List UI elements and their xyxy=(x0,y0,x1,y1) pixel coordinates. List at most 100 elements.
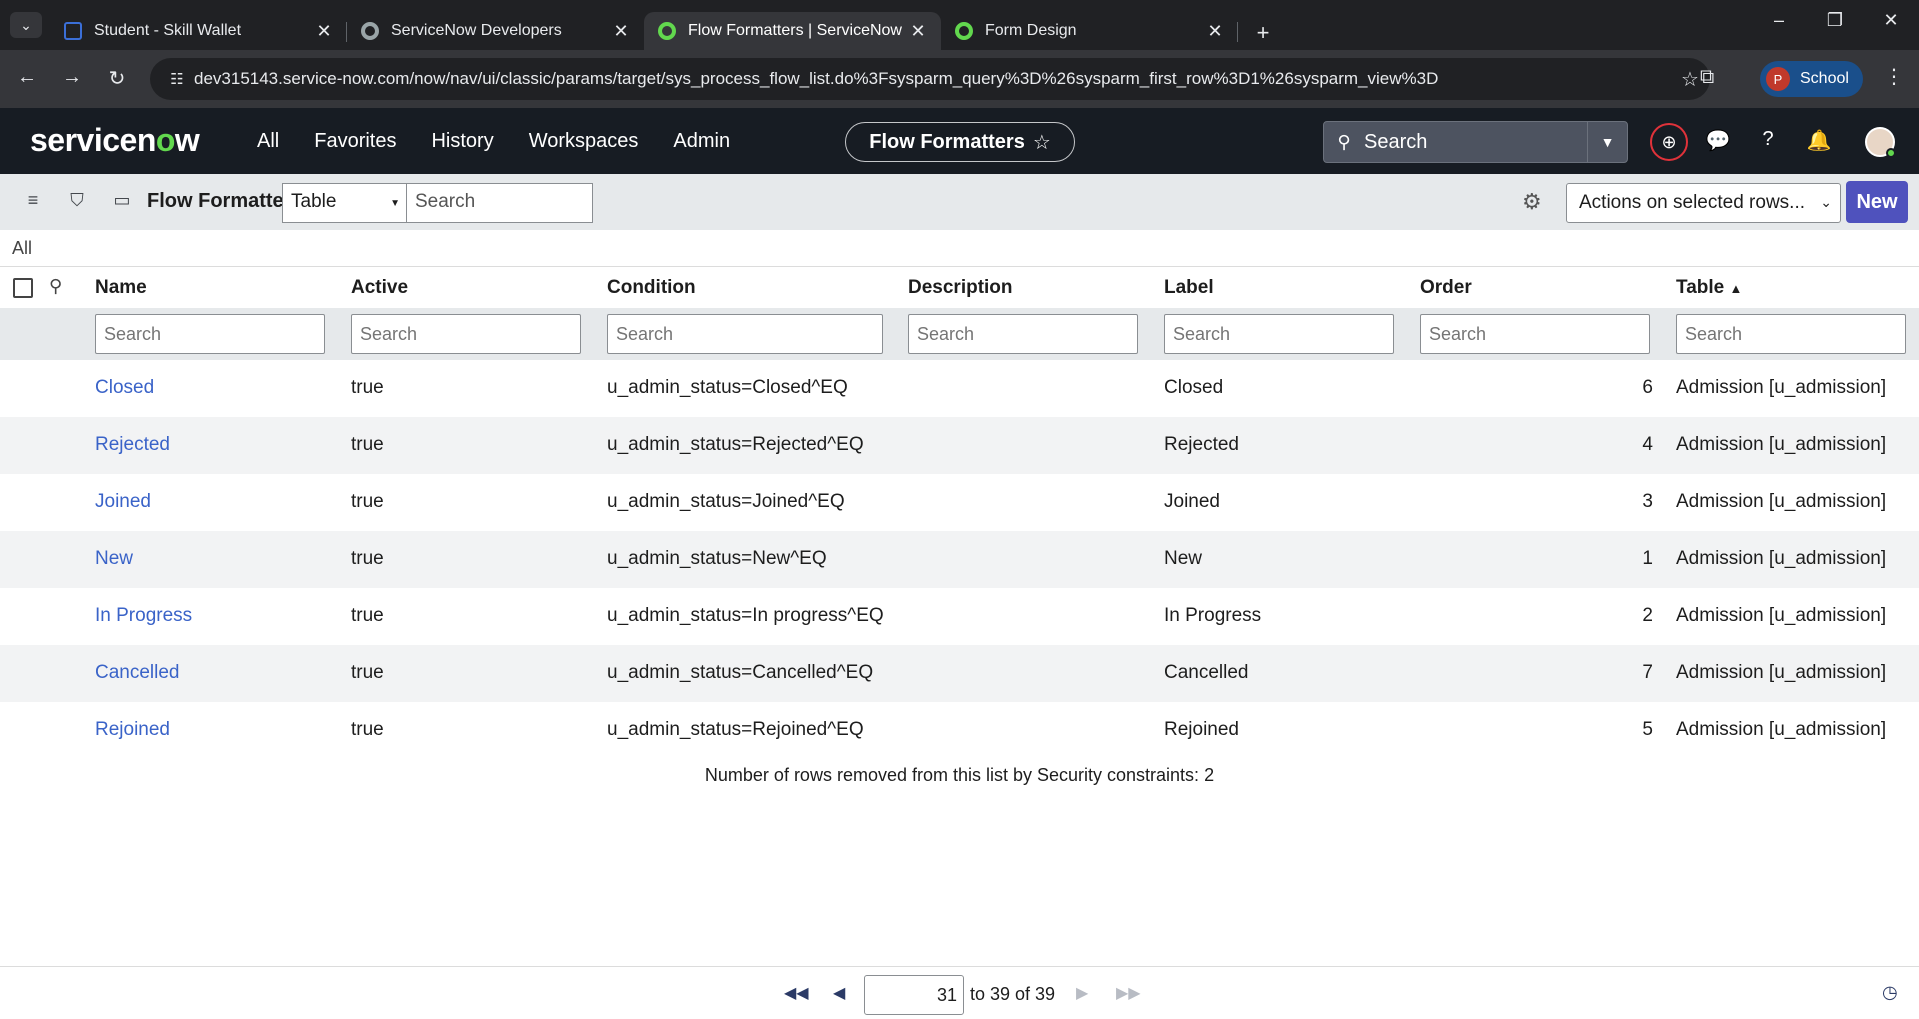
next-page-icon[interactable]: ▶ xyxy=(1076,983,1088,1003)
close-tab-icon[interactable]: ✕ xyxy=(909,21,927,42)
new-button[interactable]: New xyxy=(1846,181,1908,223)
column-header-name[interactable]: Name xyxy=(95,277,147,299)
column-header-table[interactable]: Table ▲ xyxy=(1676,277,1742,299)
cell-label: Rejected xyxy=(1164,434,1239,455)
column-header-order[interactable]: Order xyxy=(1420,277,1472,299)
nav-all[interactable]: All xyxy=(257,130,279,153)
favorite-star-icon[interactable]: ☆ xyxy=(1033,130,1051,155)
select-all-checkbox[interactable] xyxy=(13,278,33,298)
forward-arrow-icon[interactable]: → xyxy=(57,66,87,89)
restore-icon[interactable]: ❐ xyxy=(1820,10,1850,31)
cell-name[interactable]: New xyxy=(95,548,133,570)
table-row[interactable]: Rejected true u_admin_status=Rejected^EQ Re… xyxy=(0,417,1919,474)
user-avatar[interactable] xyxy=(1865,127,1896,158)
notifications-bell-icon[interactable]: 🔔 xyxy=(1805,128,1833,153)
table-row[interactable]: In Progress true u_admin_status=In progres… xyxy=(0,588,1919,645)
filter-description-input[interactable] xyxy=(908,314,1138,354)
search-field-select[interactable]: Table ▼ xyxy=(282,183,407,223)
globe-icon[interactable]: ⊕ xyxy=(1650,123,1688,161)
chat-icon[interactable]: 💬 xyxy=(1704,128,1732,153)
hamburger-menu-icon[interactable]: ≡ xyxy=(21,190,45,211)
cell-label: Closed xyxy=(1164,377,1224,398)
search-columns-icon[interactable]: ⚲ xyxy=(49,276,62,297)
close-tab-icon[interactable]: ✕ xyxy=(315,21,333,42)
column-header-description[interactable]: Description xyxy=(908,277,1013,299)
cell-name[interactable]: Cancelled xyxy=(95,662,180,684)
table-row[interactable]: Joined true u_admin_status=Joined^EQ Joined… xyxy=(0,474,1919,531)
cell-order: 5 xyxy=(1642,719,1653,740)
cell-name[interactable]: Rejoined xyxy=(95,719,170,741)
actions-select[interactable]: Actions on selected rows... ⌄ xyxy=(1566,183,1841,223)
cell-label: Cancelled xyxy=(1164,662,1249,683)
close-tab-icon[interactable]: ✕ xyxy=(1206,21,1224,42)
context-title-pill[interactable]: Flow Formatters ☆ xyxy=(845,122,1075,162)
cell-condition: u_admin_status=New^EQ xyxy=(607,548,827,569)
new-tab-icon[interactable]: + xyxy=(1248,20,1278,50)
servicenow-logo[interactable]: servicenow xyxy=(30,122,200,159)
filter-name-input[interactable] xyxy=(95,314,325,354)
cell-condition: u_admin_status=In progress^EQ xyxy=(607,605,884,626)
table-row[interactable]: Rejoined true u_admin_status=Rejoined^EQ Re… xyxy=(0,702,1919,759)
browser-tab-active[interactable]: Flow Formatters | ServiceNow ✕ xyxy=(644,12,941,50)
page-number-input[interactable]: 31 xyxy=(864,975,964,1015)
nav-admin[interactable]: Admin xyxy=(673,130,730,153)
column-header-active[interactable]: Active xyxy=(351,277,408,299)
pagination-bar: ◀◀ ◀ 31 to 39 of 39 ▶ ▶▶ ◷ xyxy=(0,966,1919,1019)
cell-order: 3 xyxy=(1642,491,1653,512)
cell-name[interactable]: Closed xyxy=(95,377,154,399)
column-header-condition[interactable]: Condition xyxy=(607,277,696,299)
filter-order-input[interactable] xyxy=(1420,314,1650,354)
site-info-icon[interactable]: ☷ xyxy=(160,70,194,88)
address-bar[interactable]: ☷ dev315143.service-now.com/now/nav/ui/c… xyxy=(150,58,1710,100)
help-icon[interactable]: ? xyxy=(1754,128,1782,151)
filter-condition-input[interactable] xyxy=(607,314,883,354)
cell-label: Rejoined xyxy=(1164,719,1239,740)
tab-search-chevron-icon[interactable]: ⌄ xyxy=(10,12,42,38)
table-row[interactable]: Closed true u_admin_status=Closed^EQ Closed… xyxy=(0,360,1919,417)
browser-tab[interactable]: Form Design ✕ xyxy=(941,12,1238,50)
cell-active: true xyxy=(351,605,384,626)
reload-icon[interactable]: ↻ xyxy=(102,66,132,91)
column-header-label[interactable]: Label xyxy=(1164,277,1214,299)
nav-favorites[interactable]: Favorites xyxy=(314,130,396,153)
minimize-icon[interactable]: – xyxy=(1764,10,1794,31)
list-search-input[interactable]: Search xyxy=(406,183,593,223)
cell-active: true xyxy=(351,548,384,569)
browser-menu-icon[interactable]: ⋮ xyxy=(1884,64,1904,89)
filter-table-input[interactable] xyxy=(1676,314,1906,354)
filter-active-input[interactable] xyxy=(351,314,581,354)
gear-icon[interactable]: ⚙ xyxy=(1522,189,1542,215)
table-row[interactable]: Cancelled true u_admin_status=Cancelled^EQ… xyxy=(0,645,1919,702)
response-time-icon[interactable]: ◷ xyxy=(1882,982,1898,1003)
breadcrumb[interactable]: All xyxy=(12,238,32,259)
cell-active: true xyxy=(351,377,384,398)
filter-icon[interactable]: ⛉ xyxy=(65,190,89,211)
cell-name[interactable]: Rejected xyxy=(95,434,170,456)
global-search[interactable]: ⚲ Search ▼ xyxy=(1323,121,1628,163)
last-page-icon[interactable]: ▶▶ xyxy=(1116,983,1141,1003)
cell-label: Joined xyxy=(1164,491,1220,512)
url-text: dev315143.service-now.com/now/nav/ui/cla… xyxy=(194,69,1439,88)
extensions-icon[interactable]: ⧉ xyxy=(1700,66,1714,89)
profile-avatar: P xyxy=(1766,67,1790,91)
table-body: Closed true u_admin_status=Closed^EQ Closed… xyxy=(0,360,1919,759)
filter-label-input[interactable] xyxy=(1164,314,1394,354)
profile-button[interactable]: P School xyxy=(1760,61,1863,97)
chevron-down-icon: ▼ xyxy=(390,198,400,209)
cell-name[interactable]: Joined xyxy=(95,491,151,513)
back-arrow-icon[interactable]: ← xyxy=(12,66,42,89)
first-page-icon[interactable]: ◀◀ xyxy=(784,983,809,1003)
browser-tab[interactable]: ServiceNow Developers ✕ xyxy=(347,12,644,50)
cell-name[interactable]: In Progress xyxy=(95,605,192,627)
previous-page-icon[interactable]: ◀ xyxy=(833,983,845,1003)
window-close-icon[interactable]: ✕ xyxy=(1876,10,1906,31)
cell-condition: u_admin_status=Cancelled^EQ xyxy=(607,662,874,683)
nav-workspaces[interactable]: Workspaces xyxy=(529,130,639,153)
activity-stream-icon[interactable]: ▭ xyxy=(110,190,134,211)
table-row[interactable]: New true u_admin_status=New^EQ New 1 Admissio… xyxy=(0,531,1919,588)
browser-tab[interactable]: Student - Skill Wallet ✕ xyxy=(50,12,347,50)
cell-condition: u_admin_status=Closed^EQ xyxy=(607,377,848,398)
search-scope-dropdown-icon[interactable]: ▼ xyxy=(1587,122,1627,162)
nav-history[interactable]: History xyxy=(431,130,493,153)
close-tab-icon[interactable]: ✕ xyxy=(612,21,630,42)
